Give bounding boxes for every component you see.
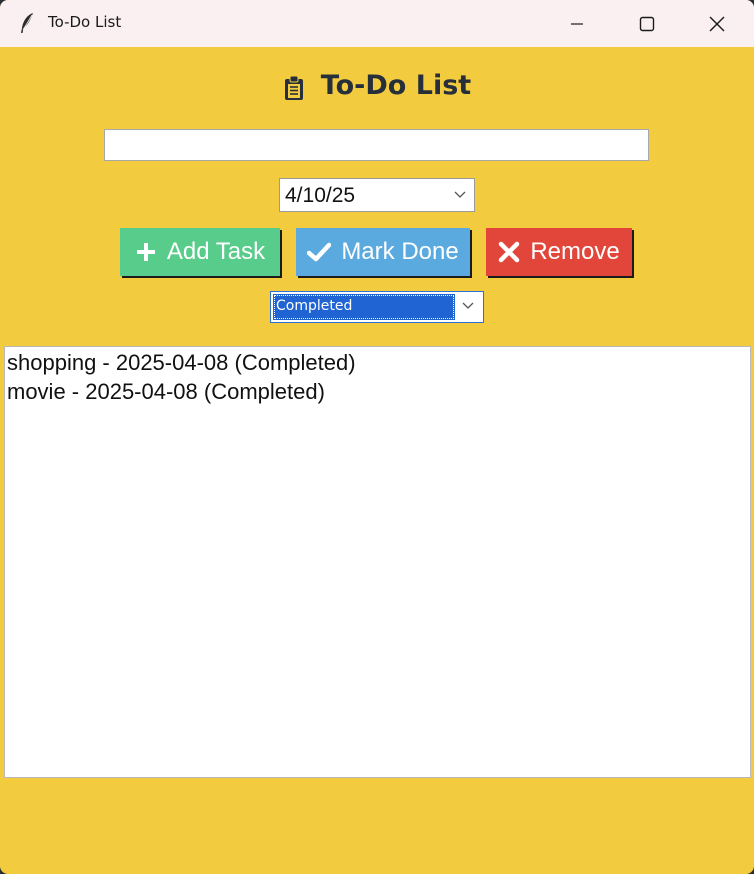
remove-button[interactable]: Remove xyxy=(486,228,632,276)
close-icon xyxy=(709,16,725,31)
page-title: To-Do List xyxy=(320,69,472,101)
list-item[interactable]: movie - 2025-04-08 (Completed) xyxy=(5,377,750,406)
x-icon xyxy=(499,241,520,263)
close-button[interactable] xyxy=(682,0,752,47)
date-value: 4/10/25 xyxy=(285,184,356,207)
title-bar[interactable]: To-Do List xyxy=(0,0,754,47)
task-list[interactable]: shopping - 2025-04-08 (Completed) movie … xyxy=(4,346,751,778)
plus-icon xyxy=(136,243,155,261)
date-picker[interactable]: 4/10/25 xyxy=(279,178,475,212)
check-icon xyxy=(307,242,332,262)
minimize-button[interactable] xyxy=(542,0,612,47)
filter-value: Completed xyxy=(276,298,353,314)
feather-icon xyxy=(21,13,33,33)
remove-label: Remove xyxy=(530,238,620,265)
mark-done-button[interactable]: Mark Done xyxy=(296,228,470,276)
task-input[interactable] xyxy=(104,129,649,161)
mark-done-label: Mark Done xyxy=(341,238,459,265)
maximize-icon xyxy=(639,16,655,31)
add-task-button[interactable]: Add Task xyxy=(120,228,280,276)
chevron-down-icon[interactable] xyxy=(462,302,474,310)
filter-dropdown[interactable]: Completed xyxy=(270,291,484,323)
clipboard-icon xyxy=(284,75,303,100)
window-title: To-Do List xyxy=(48,13,122,31)
app-header: To-Do List xyxy=(0,62,754,108)
maximize-button[interactable] xyxy=(612,0,682,47)
add-task-label: Add Task xyxy=(166,238,266,265)
list-item[interactable]: shopping - 2025-04-08 (Completed) xyxy=(5,348,750,377)
chevron-down-icon[interactable] xyxy=(454,191,466,199)
app-window: To-Do List To-Do List 4/10/25 Add Task M… xyxy=(0,0,754,874)
minimize-icon xyxy=(571,22,583,25)
